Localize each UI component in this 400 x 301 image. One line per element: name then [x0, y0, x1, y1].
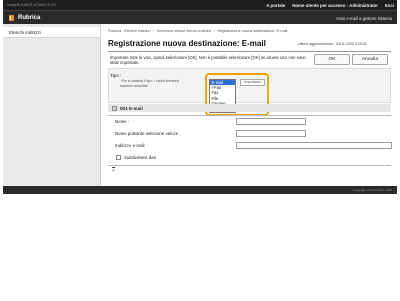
speed-dial-name-label: Nome pulsante selezione veloce : — [115, 131, 181, 136]
sidebar: Elenchi indirizzi — [3, 24, 101, 186]
name-label: Nome : — [115, 119, 130, 124]
divide-data-label: Suddivisione dati — [124, 155, 156, 160]
footer: Copyright CANON INC. 2020 — [3, 186, 397, 194]
type-note: *Se si cambia il tipo, i valori immessi … — [120, 79, 179, 88]
type-label: Tipo : — [110, 73, 122, 78]
product-name: imageRUNNER ADVANCE DX — [7, 3, 57, 7]
mail-system-manager-link[interactable]: Invio e-mail a gestore sistema — [336, 16, 392, 21]
copyright: Copyright CANON INC. 2020 — [353, 188, 392, 192]
double-chevron-up-icon[interactable]: ⩞ — [112, 167, 115, 173]
breadcrumb-item[interactable]: Rubrica : Elenchi indirizzi — [108, 29, 150, 33]
divider — [108, 51, 391, 52]
top-bar: imageRUNNER ADVANCE DX A portale Nome ut… — [3, 0, 397, 10]
app-title: Rubrica — [18, 14, 41, 21]
last-updated: Ultimo aggiornamento : 04/11 2020 2:20:5… — [298, 42, 367, 46]
name-input[interactable] — [236, 118, 306, 125]
page-title: Registrazione nuova destinazione: E-mail — [108, 39, 266, 48]
section-header: 001 E-mail — [108, 104, 391, 114]
login-user: Administrator — [349, 2, 378, 8]
logout-link[interactable]: Esci — [385, 3, 394, 8]
breadcrumb-current: Registrazione nuova destinazione: E-mail — [217, 29, 288, 33]
speed-dial-name-input[interactable] — [236, 130, 306, 137]
ok-button[interactable]: OK — [314, 54, 350, 65]
divider — [108, 165, 391, 166]
portal-link[interactable]: A portale — [266, 3, 285, 8]
email-entry-icon — [112, 106, 117, 111]
breadcrumb: Rubrica : Elenchi indirizzi > Selezione ve… — [108, 29, 287, 33]
email-address-input[interactable] — [236, 142, 392, 149]
main-content: Rubrica : Elenchi indirizzi > Selezione ve… — [102, 24, 397, 186]
login-user-label: Nome utente per accesso : Administrator — [292, 3, 378, 8]
email-address-label: Indirizzo e-mail — [115, 143, 145, 148]
cancel-button[interactable]: Annulla — [352, 54, 388, 65]
instruction-message: Impostare tutte le voci, quindi selezion… — [110, 55, 306, 65]
section-title: 001 E-mail — [120, 106, 143, 111]
top-bar-links: A portale Nome utente per accesso : Admi… — [266, 3, 394, 8]
divider — [108, 115, 391, 116]
sidebar-item-address-lists[interactable]: Elenchi indirizzi — [3, 27, 100, 38]
divide-data-checkbox[interactable] — [116, 155, 121, 160]
login-label: Nome utente per accesso : — [292, 2, 349, 8]
title-bar: Rubrica Invio e-mail a gestore sistema — [3, 10, 397, 24]
breadcrumb-item[interactable]: Selezione veloce elenco indirizzi — [157, 29, 212, 33]
address-book-icon — [9, 15, 14, 21]
